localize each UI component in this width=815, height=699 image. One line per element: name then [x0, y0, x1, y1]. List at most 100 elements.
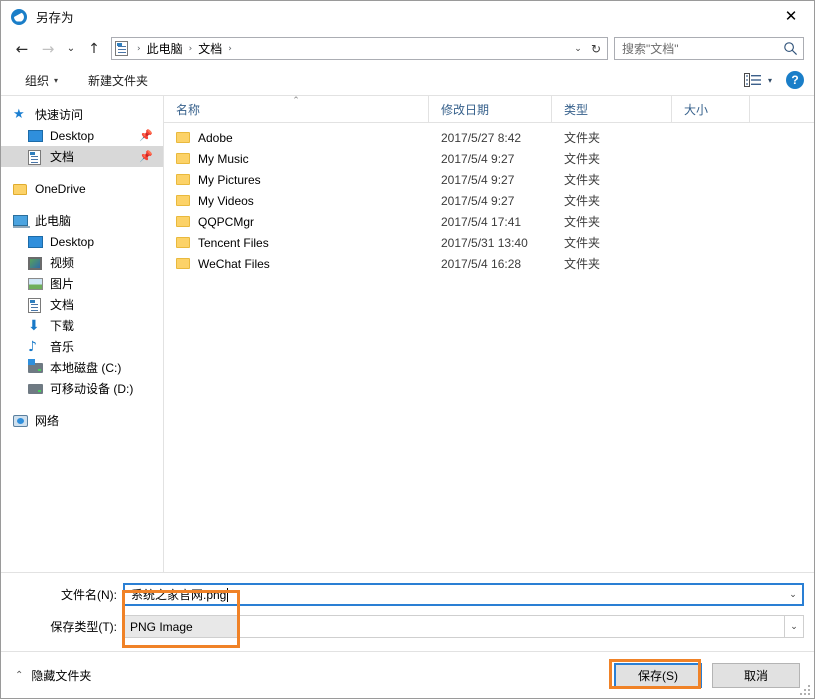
new-folder-button[interactable]: 新建文件夹: [82, 70, 154, 91]
pin-icon[interactable]: 📌: [139, 129, 153, 142]
sidebar-item-文档[interactable]: 文档: [1, 294, 163, 315]
table-row[interactable]: Tencent Files 2017/5/31 13:40 文件夹: [164, 232, 814, 253]
file-type-cell: 文件夹: [564, 257, 601, 271]
file-type-cell: 文件夹: [564, 236, 601, 250]
sidebar-group-快速访问[interactable]: ★ 快速访问: [1, 104, 163, 125]
close-icon[interactable]: ✕: [768, 1, 814, 31]
sidebar-item-label: 文档: [50, 298, 75, 312]
file-list-pane: 名称 ⌃ 修改日期 类型 大小 Adobe 2017/5/27 8:42 文件夹 My Mus…: [164, 96, 814, 572]
file-date-cell: 2017/5/4 17:41: [441, 214, 522, 229]
address-bar-row: ← → ⌄ ↑ › 此电脑 › 文档 › ⌄ ↻ 搜索"文档": [1, 32, 814, 65]
column-header-类型[interactable]: 类型: [552, 96, 672, 122]
filename-row: 文件名(N): 系统之家官网.png ⌄: [1, 583, 814, 606]
sidebar-item-label: 此电脑: [35, 214, 72, 228]
sidebar-item-文档[interactable]: 文档 📌: [1, 146, 163, 167]
app-icon: [11, 8, 27, 25]
column-header-label: 类型: [564, 102, 589, 117]
table-row[interactable]: Adobe 2017/5/27 8:42 文件夹: [164, 127, 814, 148]
folder-icon: [176, 153, 190, 164]
sidebar-item-Desktop[interactable]: Desktop: [1, 231, 163, 252]
column-header-名称[interactable]: 名称 ⌃: [164, 96, 429, 122]
star-icon: ★: [13, 106, 25, 122]
filetype-label: 保存类型(T):: [50, 620, 117, 634]
back-button[interactable]: ←: [9, 37, 35, 61]
breadcrumb-separator: ›: [228, 43, 232, 54]
resize-grip[interactable]: [800, 685, 811, 696]
up-button[interactable]: ↑: [81, 37, 107, 61]
column-headers: 名称 ⌃ 修改日期 类型 大小: [164, 96, 814, 123]
sidebar-group-OneDrive[interactable]: OneDrive: [1, 178, 163, 199]
filename-input[interactable]: 系统之家官网.png ⌄: [123, 583, 804, 606]
file-name-label: Adobe: [198, 130, 233, 145]
chevron-down-icon[interactable]: ⌄: [569, 38, 587, 59]
file-name-cell: My Videos: [164, 194, 429, 208]
save-button[interactable]: 保存(S): [614, 662, 702, 688]
filename-value: 系统之家官网.png: [131, 588, 227, 602]
sidebar-item-音乐[interactable]: ♪ 音乐: [1, 336, 163, 357]
chevron-down-icon[interactable]: ⌄: [784, 616, 803, 637]
column-header-大小[interactable]: 大小: [672, 96, 750, 122]
table-row[interactable]: WeChat Files 2017/5/4 16:28 文件夹: [164, 253, 814, 274]
table-row[interactable]: QQPCMgr 2017/5/4 17:41 文件夹: [164, 211, 814, 232]
search-placeholder: 搜索"文档": [622, 42, 679, 56]
table-row[interactable]: My Pictures 2017/5/4 9:27 文件夹: [164, 169, 814, 190]
breadcrumb-item-0[interactable]: 此电脑: [145, 40, 185, 57]
file-name-label: My Videos: [198, 193, 254, 208]
documents-icon: [115, 40, 131, 57]
file-type-cell: 文件夹: [564, 194, 601, 208]
chevron-down-icon: ▾: [54, 75, 59, 85]
filename-label: 文件名(N):: [61, 588, 117, 602]
file-type-cell: 文件夹: [564, 131, 601, 145]
filetype-select[interactable]: PNG Image ⌄: [123, 615, 804, 638]
monitor-icon: [28, 128, 44, 144]
breadcrumb[interactable]: › 此电脑 › 文档 › ⌄ ↻: [111, 37, 608, 60]
table-row[interactable]: My Videos 2017/5/4 9:27 文件夹: [164, 190, 814, 211]
file-date-cell: 2017/5/27 8:42: [441, 130, 522, 145]
sidebar-group-网络[interactable]: 网络: [1, 410, 163, 431]
sidebar-group-此电脑[interactable]: 此电脑: [1, 210, 163, 231]
file-name-label: My Pictures: [198, 172, 261, 187]
drive-windows-icon: [28, 358, 44, 376]
file-name-label: QQPCMgr: [198, 214, 255, 229]
folder-icon: [176, 216, 190, 227]
sidebar-item-label: 本地磁盘 (C:): [50, 361, 122, 375]
sidebar-item-label: 视频: [50, 256, 75, 270]
sidebar-item-Desktop[interactable]: Desktop 📌: [1, 125, 163, 146]
chevron-up-icon: ⌃: [15, 669, 24, 681]
organize-button[interactable]: 组织 ▾: [19, 70, 64, 91]
breadcrumb-item-1[interactable]: 文档: [196, 40, 224, 57]
table-row[interactable]: My Music 2017/5/4 9:27 文件夹: [164, 148, 814, 169]
sidebar-item-图片[interactable]: 图片: [1, 273, 163, 294]
sidebar-item-本地磁盘 (C:)[interactable]: 本地磁盘 (C:): [1, 357, 163, 378]
details-view-icon[interactable]: [743, 73, 762, 87]
pin-icon[interactable]: 📌: [139, 150, 153, 163]
folder-icon: [176, 258, 190, 269]
sidebar-item-视频[interactable]: 视频: [1, 252, 163, 273]
column-header-label: 名称: [176, 102, 201, 117]
help-button[interactable]: ?: [786, 71, 804, 89]
column-header-修改日期[interactable]: 修改日期: [429, 96, 552, 122]
file-name-cell: WeChat Files: [164, 257, 429, 271]
recent-locations-button[interactable]: ⌄: [61, 37, 81, 61]
refresh-icon[interactable]: ↻: [586, 38, 606, 59]
file-name-cell: Adobe: [164, 131, 429, 145]
hide-folders-toggle[interactable]: ⌃ 隐藏文件夹: [15, 667, 91, 684]
drive-icon: [28, 381, 44, 397]
window-title: 另存为: [36, 11, 74, 25]
forward-button[interactable]: →: [35, 37, 61, 61]
monitor-icon: [28, 234, 44, 250]
sidebar-item-可移动设备 (D:)[interactable]: 可移动设备 (D:): [1, 378, 163, 399]
save-as-dialog: 另存为 ✕ ← → ⌄ ↑ › 此电脑 › 文档 › ⌄ ↻ 搜索"文档" 组织: [0, 0, 815, 699]
cancel-button[interactable]: 取消: [712, 662, 800, 688]
sidebar-item-label: 下载: [50, 319, 75, 333]
chevron-down-icon[interactable]: ▾: [768, 76, 772, 85]
sidebar-item-下载[interactable]: ⬇ 下载: [1, 315, 163, 336]
file-name-label: My Music: [198, 151, 249, 166]
chevron-down-icon[interactable]: ⌄: [784, 585, 802, 604]
search-input[interactable]: 搜索"文档": [614, 37, 804, 60]
document-icon: [28, 297, 44, 313]
file-name-cell: My Pictures: [164, 173, 429, 187]
sidebar-item-label: 图片: [50, 277, 75, 291]
